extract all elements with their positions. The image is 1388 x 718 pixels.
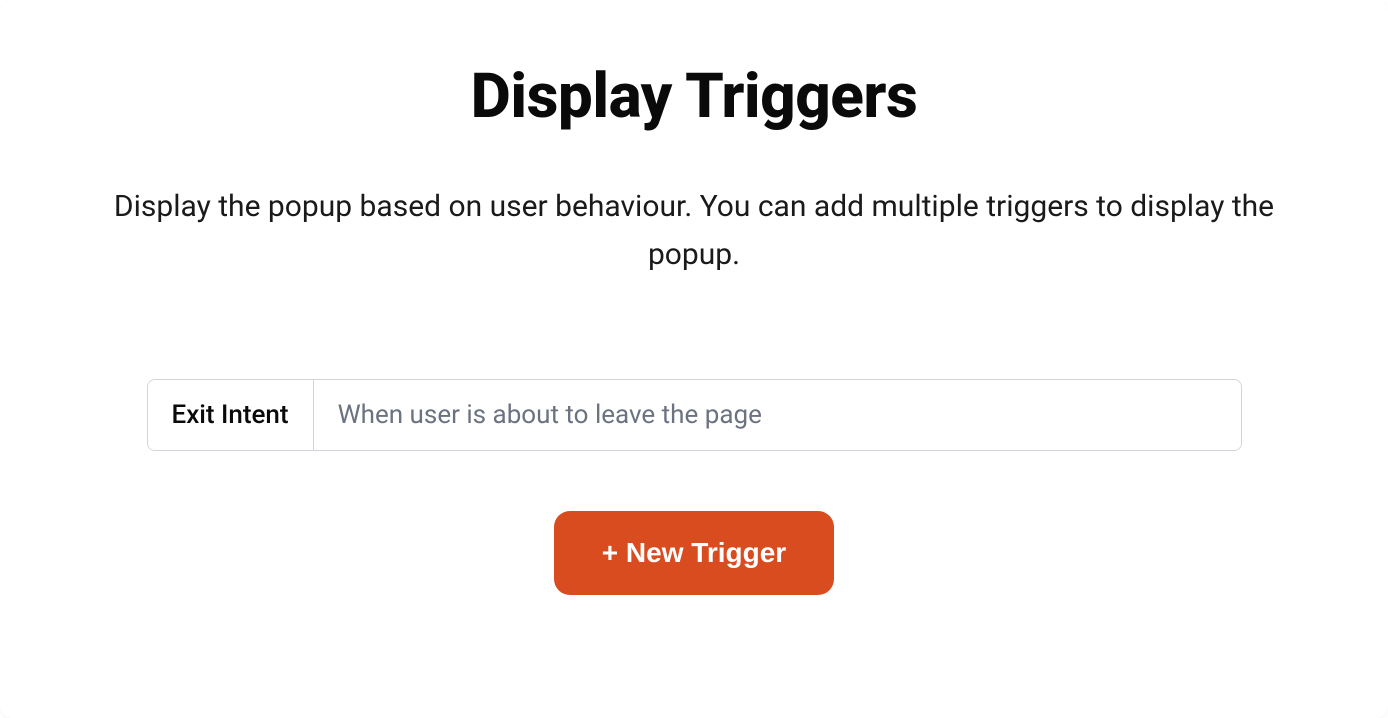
trigger-description: When user is about to leave the page <box>314 380 1241 450</box>
page-title: Display Triggers <box>471 60 918 133</box>
trigger-row[interactable]: Exit Intent When user is about to leave … <box>147 379 1242 451</box>
display-triggers-card: Display Triggers Display the popup based… <box>0 0 1388 718</box>
new-trigger-button[interactable]: + New Trigger <box>554 511 834 595</box>
page-description: Display the popup based on user behaviou… <box>70 183 1318 279</box>
trigger-type-label: Exit Intent <box>148 380 314 450</box>
new-trigger-button-label: + New Trigger <box>602 537 786 569</box>
